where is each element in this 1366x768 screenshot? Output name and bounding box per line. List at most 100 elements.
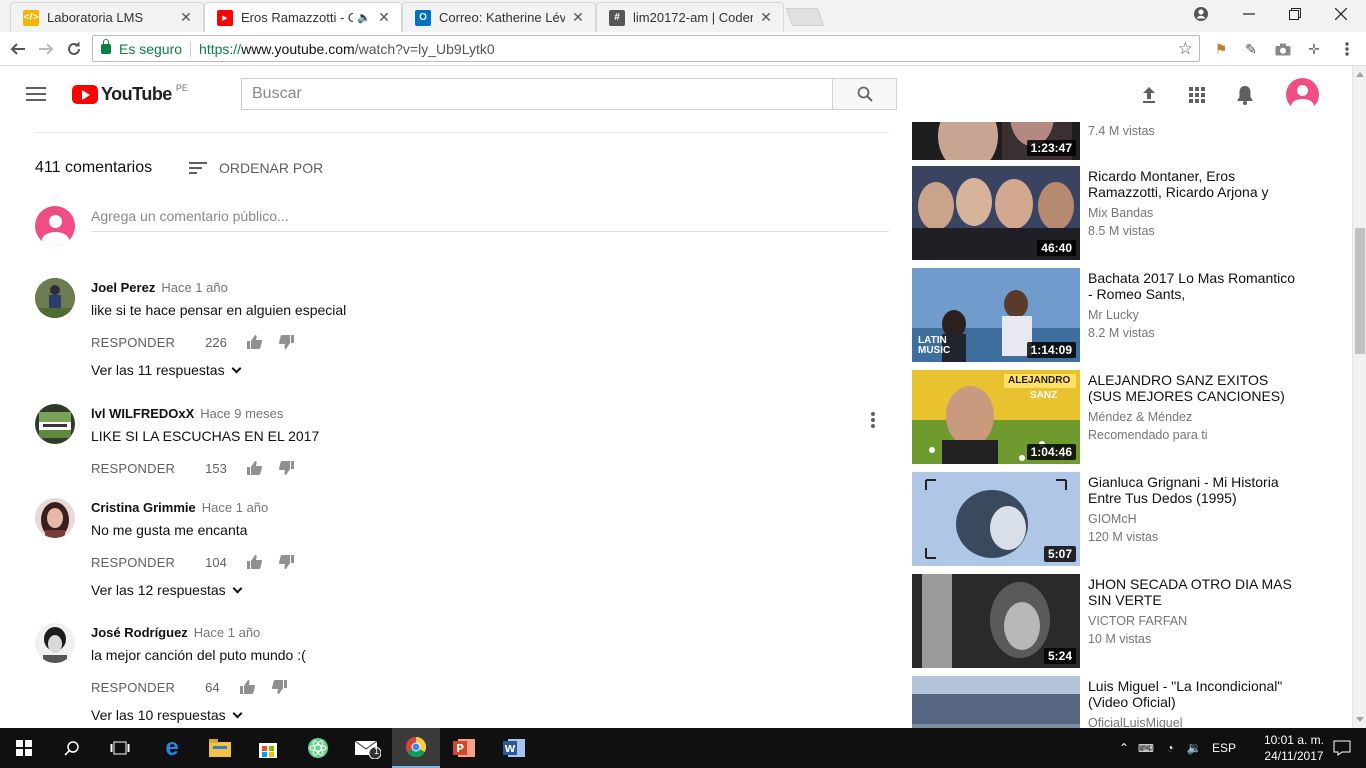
video-thumbnail[interactable]: 46:40 <box>912 166 1080 260</box>
reply-button[interactable]: RESPONDER <box>91 680 175 695</box>
tab-outlook[interactable]: O Correo: Katherine Lévano ✕ <box>402 2 596 32</box>
extension-icon[interactable]: ⚑ <box>1212 40 1230 58</box>
notifications-bell-icon[interactable] <box>1234 84 1256 106</box>
video-thumbnail[interactable]: LATIN MUSIC 1:14:09 <box>912 268 1080 362</box>
commenter-avatar[interactable] <box>35 404 75 444</box>
thumb-down-icon[interactable] <box>279 334 295 350</box>
scrollbar-thumb[interactable] <box>1355 228 1365 354</box>
thumb-up-icon[interactable] <box>247 334 263 350</box>
hamburger-menu-icon[interactable] <box>26 87 46 101</box>
tab-youtube[interactable]: ▶ Eros Ramazzotti - Otra 🔈 ✕ <box>204 2 402 32</box>
comment-menu-icon[interactable] <box>871 412 875 430</box>
comment-author[interactable]: Cristina Grimmie Hace 1 año <box>91 500 268 515</box>
video-thumbnail[interactable]: 1:23:47 <box>912 122 1080 160</box>
author-name[interactable]: lvl WILFREDOxX <box>91 406 194 421</box>
video-title[interactable]: Bachata 2017 Lo Mas Romantico - Romeo Sa… <box>1088 270 1298 302</box>
video-channel[interactable]: Mr Lucky <box>1088 308 1139 322</box>
related-video-item[interactable]: Luis Miguel - "La Incondicional" (Video … <box>912 676 1352 728</box>
view-replies-button[interactable]: Ver las 11 respuestas <box>91 362 242 378</box>
video-channel[interactable]: Méndez & Méndez <box>1088 410 1192 424</box>
store-icon[interactable] <box>244 728 292 768</box>
scroll-down-arrow-icon[interactable] <box>1356 717 1364 722</box>
profile-icon[interactable] <box>1178 0 1224 28</box>
search-icon[interactable] <box>48 728 96 768</box>
thumb-up-icon[interactable] <box>247 460 263 476</box>
video-thumbnail[interactable] <box>912 676 1080 728</box>
add-comment-input[interactable]: Agrega un comentario público... <box>91 208 889 232</box>
forward-arrow-icon[interactable] <box>34 37 58 61</box>
video-channel[interactable]: VICTOR FARFAN <box>1088 614 1187 628</box>
comment-time[interactable]: Hace 1 año <box>194 625 261 640</box>
close-tab-icon[interactable]: ✕ <box>179 9 193 26</box>
related-video-item[interactable]: 5:24 JHON SECADA OTRO DIA MAS SIN VERTE … <box>912 574 1352 668</box>
view-replies-button[interactable]: Ver las 10 respuestas <box>91 707 243 723</box>
video-title[interactable]: ALEJANDRO SANZ EXITOS (SUS MEJORES CANCI… <box>1088 372 1298 404</box>
mail-icon[interactable]: 1 <box>344 728 392 768</box>
comment-author[interactable]: Joel Perez Hace 1 año <box>91 280 228 295</box>
wifi-icon[interactable]: ◔ <box>1158 741 1182 755</box>
reply-button[interactable]: RESPONDER <box>91 461 175 476</box>
volume-icon[interactable]: 🔉 <box>1182 741 1206 755</box>
view-replies-button[interactable]: Ver las 12 respuestas <box>91 582 243 598</box>
show-hidden-icons-icon[interactable]: ⌃ <box>1114 741 1134 755</box>
author-name[interactable]: Cristina Grimmie <box>91 500 196 515</box>
chrome-icon[interactable] <box>392 728 440 768</box>
task-view-icon[interactable] <box>96 728 144 768</box>
atom-editor-icon[interactable] <box>294 728 342 768</box>
related-video-item[interactable]: ALEJANDRO SANZ 1:04:46 ALEJANDRO SANZ EX… <box>912 370 1352 464</box>
tab-slack[interactable]: # lim20172-am | Coders La ✕ <box>596 2 784 32</box>
comment-time[interactable]: Hace 1 año <box>202 500 269 515</box>
minimize-icon[interactable] <box>1226 0 1272 28</box>
clock[interactable]: 10:01 a. m. 24/11/2017 <box>1264 732 1324 764</box>
bookmark-star-icon[interactable]: ☆ <box>1178 39 1193 59</box>
thumb-down-icon[interactable] <box>279 554 295 570</box>
video-title[interactable]: JHON SECADA OTRO DIA MAS SIN VERTE <box>1088 576 1298 608</box>
action-center-icon[interactable] <box>1318 728 1366 768</box>
commenter-avatar[interactable] <box>35 498 75 538</box>
video-channel[interactable]: OficialLuisMiguel <box>1088 716 1182 728</box>
comment-author[interactable]: lvl WILFREDOxX Hace 9 meses <box>91 406 283 421</box>
menu-dots-icon[interactable] <box>1338 40 1356 58</box>
search-input[interactable]: Buscar <box>241 78 833 110</box>
video-thumbnail[interactable]: 5:24 <box>912 574 1080 668</box>
comment-time[interactable]: Hace 9 meses <box>200 406 283 421</box>
commenter-avatar[interactable] <box>35 278 75 318</box>
word-icon[interactable]: W <box>490 728 538 768</box>
account-avatar[interactable] <box>1286 78 1319 111</box>
video-title[interactable]: Luis Miguel - "La Incondicional" (Video … <box>1088 678 1298 710</box>
thumb-down-icon[interactable] <box>279 460 295 476</box>
secure-indicator[interactable]: Es seguro <box>93 38 182 57</box>
video-thumbnail[interactable]: 5:07 <box>912 472 1080 566</box>
edge-browser-icon[interactable]: e <box>148 728 196 768</box>
author-name[interactable]: José Rodríguez <box>91 625 188 640</box>
comment-author[interactable]: José Rodríguez Hace 1 año <box>91 625 260 640</box>
eyedropper-extension-icon[interactable]: ✎ <box>1242 40 1260 58</box>
upload-icon[interactable] <box>1138 84 1160 106</box>
close-tab-icon[interactable]: ✕ <box>759 9 773 26</box>
thumb-up-icon[interactable] <box>240 679 256 695</box>
camera-extension-icon[interactable] <box>1274 40 1292 58</box>
comment-time[interactable]: Hace 1 año <box>161 280 228 295</box>
move-extension-icon[interactable]: ✛ <box>1305 40 1323 58</box>
scroll-up-arrow-icon[interactable] <box>1356 72 1364 77</box>
tab-laboratoria[interactable]: </> Laboratoria LMS ✕ <box>10 2 204 32</box>
reply-button[interactable]: RESPONDER <box>91 555 175 570</box>
related-video-item[interactable]: 46:40 Ricardo Montaner, Eros Ramazzotti,… <box>912 166 1352 260</box>
file-explorer-icon[interactable] <box>196 728 244 768</box>
thumb-up-icon[interactable] <box>247 554 263 570</box>
commenter-avatar[interactable] <box>35 623 75 663</box>
video-title[interactable]: Gianluca Grignani - Mi Historia Entre Tu… <box>1088 474 1298 506</box>
related-video-item[interactable]: 1:23:47 7.4 M vistas <box>912 122 1352 160</box>
page-scrollbar[interactable] <box>1352 66 1366 728</box>
restore-icon[interactable] <box>1272 0 1318 28</box>
video-channel[interactable]: Mix Bandas <box>1088 206 1153 220</box>
close-window-icon[interactable] <box>1318 0 1364 28</box>
related-video-item[interactable]: 5:07 Gianluca Grignani - Mi Historia Ent… <box>912 472 1352 566</box>
close-tab-icon[interactable]: ✕ <box>571 9 585 26</box>
address-bar[interactable]: Es seguro https://www.youtube.com/watch?… <box>92 35 1200 62</box>
windows-start-icon[interactable] <box>0 728 48 768</box>
apps-grid-icon[interactable] <box>1186 84 1208 106</box>
close-tab-icon[interactable]: ✕ <box>377 9 391 26</box>
audio-playing-icon[interactable]: 🔈 <box>357 11 371 24</box>
reload-icon[interactable] <box>62 37 86 61</box>
